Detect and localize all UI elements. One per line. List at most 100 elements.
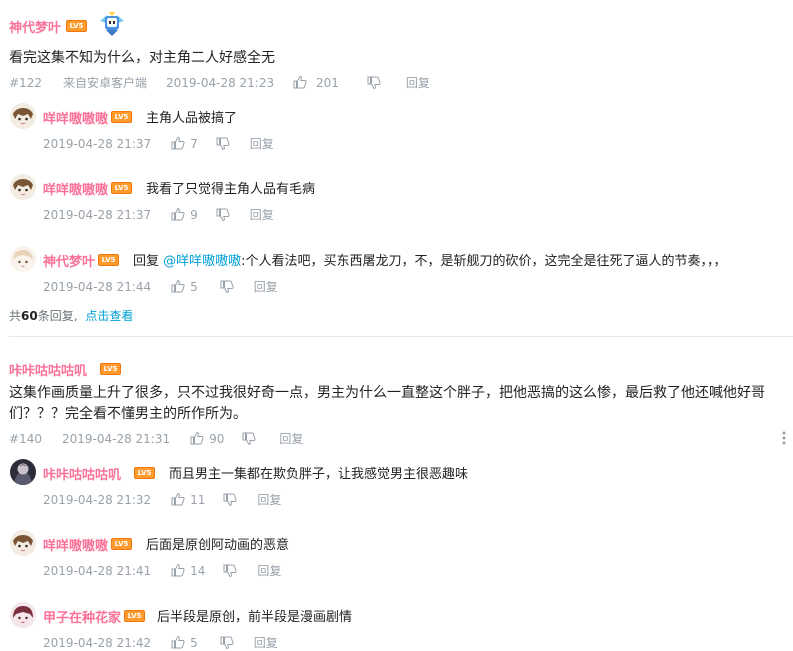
avatar[interactable] [10, 246, 36, 272]
timestamp: 2019-04-28 21:31 [61, 431, 171, 446]
like-button[interactable]: 14 [171, 563, 205, 578]
avatar[interactable] [10, 459, 36, 485]
reply-button[interactable]: 回复 [254, 278, 278, 295]
reply-count: 60 [21, 309, 38, 323]
thumb-up-icon [171, 207, 185, 221]
thumb-up-icon [171, 136, 185, 150]
thread-divider [9, 336, 793, 337]
thread1-content: 看完这集不知为什么，对主角二人好感全无 [9, 50, 275, 66]
thumb-up-icon [171, 279, 185, 293]
thread1-username[interactable]: 神代梦叶 [9, 17, 61, 36]
like-button[interactable]: 90 [190, 431, 224, 446]
like-button[interactable]: 9 [171, 207, 198, 222]
thumb-down-icon[interactable] [220, 280, 234, 294]
mention-link[interactable]: @咩咩嗷嗷嗷 [163, 254, 241, 269]
reply-username[interactable]: 甲子在种花家 [43, 607, 121, 626]
timestamp: 2019-04-28 21:23 [165, 75, 275, 90]
thumb-down-icon[interactable] [367, 76, 381, 90]
more-suffix: 条回复, [37, 309, 78, 323]
timestamp: 2019-04-28 21:37 [43, 136, 152, 151]
reply-button[interactable]: 回复 [257, 491, 281, 508]
thumb-down-icon[interactable] [220, 636, 234, 650]
avatar[interactable] [10, 174, 36, 200]
thread2-username[interactable]: 咔咔咕咕咕叽 [9, 360, 87, 379]
reply-button[interactable]: 回复 [279, 430, 303, 447]
like-button[interactable]: 201 [293, 75, 339, 90]
level-badge: LV5 [111, 538, 132, 550]
reply-button[interactable]: 回复 [406, 74, 430, 91]
thumb-down-icon[interactable] [216, 208, 230, 222]
level-badge: LV5 [111, 111, 132, 123]
level-badge: LV5 [111, 182, 132, 194]
thumb-down-icon[interactable] [223, 564, 238, 578]
more-vertical-icon[interactable] [781, 430, 787, 446]
reply-button[interactable]: 回复 [250, 206, 274, 223]
thread1-meta: #122 来自安卓客户端 2019-04-28 21:23 201 回复 [9, 74, 430, 91]
thread2-content: 这集作画质量上升了很多，只不过我很好奇一点，男主为什么一直整这个胖子，把他恶搞的… [9, 385, 765, 422]
reply-text: 我看了只觉得主角人品有毛病 [146, 182, 316, 197]
reply-button[interactable]: 回复 [257, 562, 281, 579]
client-info: 来自安卓客户端 [62, 76, 147, 90]
reply-text: 后面是原创阿动画的恶意 [146, 538, 290, 553]
reply-username[interactable]: 咩咩嗷嗷嗷 [43, 108, 108, 127]
timestamp: 2019-04-28 21:32 [43, 492, 152, 507]
timestamp: 2019-04-28 21:44 [43, 279, 152, 294]
reply-text: 后半段是原创，前半段是漫画剧情 [157, 610, 353, 625]
reply-text: :个人看法吧，买东西屠龙刀，不，是斩舰刀的砍价，这完全是往死了逼人的节奏，，， [241, 254, 727, 269]
like-count: 9 [190, 208, 198, 222]
thumb-up-icon [293, 75, 307, 89]
timestamp: 2019-04-28 21:42 [43, 635, 152, 650]
reply-meta: 2019-04-28 21:37 7 回复 [43, 135, 274, 152]
reply-meta: 2019-04-28 21:44 5 回复 [43, 278, 278, 295]
pendant-badge-icon [97, 9, 127, 39]
like-count: 5 [190, 280, 198, 294]
floor-number: #122 [9, 75, 42, 90]
floor-number: #140 [9, 431, 42, 446]
level-badge: LV5 [134, 467, 155, 479]
like-count: 7 [190, 137, 198, 151]
timestamp: 2019-04-28 21:37 [43, 207, 152, 222]
level-badge: LV5 [66, 20, 87, 32]
thumb-up-icon [171, 635, 185, 649]
reply-username[interactable]: 咔咔咕咕咕叽 [43, 464, 121, 483]
thread2-meta: #140 2019-04-28 21:31 90 回复 [9, 430, 303, 447]
reply-username[interactable]: 咩咩嗷嗷嗷 [43, 535, 108, 554]
reply-meta: 2019-04-28 21:41 14 回复 [43, 562, 281, 579]
thumb-down-icon[interactable] [242, 432, 256, 446]
avatar[interactable] [10, 530, 36, 556]
thumb-up-icon [171, 492, 185, 506]
thumb-down-icon[interactable] [216, 137, 230, 151]
like-button[interactable]: 5 [171, 279, 198, 294]
avatar[interactable] [10, 602, 36, 628]
reply-prefix: 回复 [133, 254, 164, 269]
thumb-up-icon [171, 563, 185, 577]
avatar[interactable] [10, 103, 36, 129]
reply-meta: 2019-04-28 21:42 5 回复 [43, 634, 278, 651]
more-prefix: 共 [9, 309, 22, 323]
reply-username[interactable]: 咩咩嗷嗷嗷 [43, 179, 108, 198]
like-button[interactable]: 7 [171, 136, 198, 151]
reply-text: 主角人品被搞了 [146, 111, 238, 126]
reply-text: 而且男主一集都在欺负胖子，让我感觉男主很恶趣味 [169, 467, 469, 482]
like-count: 201 [315, 76, 339, 90]
level-badge: LV5 [124, 610, 145, 622]
timestamp: 2019-04-28 21:41 [43, 563, 152, 578]
reply-button[interactable]: 回复 [250, 135, 274, 152]
reply-text-line: 回复 @咩咩嗷嗷嗷:个人看法吧，买东西屠龙刀，不，是斩舰刀的砍价，这完全是往死了… [133, 250, 727, 269]
level-badge: LV5 [98, 254, 119, 266]
reply-meta: 2019-04-28 21:37 9 回复 [43, 206, 274, 223]
like-count: 14 [190, 564, 206, 578]
like-count: 5 [190, 636, 198, 650]
like-button[interactable]: 11 [171, 492, 205, 507]
view-more-replies: 共60条回复, 点击查看 [9, 307, 133, 324]
reply-meta: 2019-04-28 21:32 11 回复 [43, 491, 281, 508]
like-count: 11 [190, 493, 206, 507]
like-button[interactable]: 5 [171, 635, 198, 650]
thumb-up-icon [190, 431, 204, 445]
reply-username[interactable]: 神代梦叶 [43, 251, 95, 270]
reply-button[interactable]: 回复 [254, 634, 278, 651]
thumb-down-icon[interactable] [223, 493, 238, 507]
view-more-link[interactable]: 点击查看 [85, 309, 133, 323]
like-count: 90 [209, 432, 225, 446]
level-badge: LV5 [100, 363, 121, 375]
